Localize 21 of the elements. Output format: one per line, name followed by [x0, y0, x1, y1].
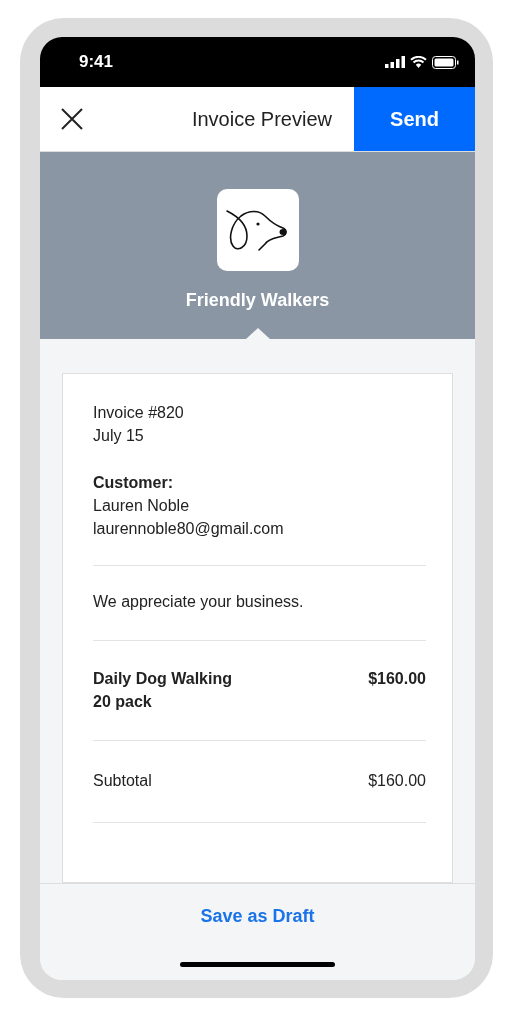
signal-icon — [385, 56, 405, 68]
battery-icon — [432, 55, 459, 69]
customer-label: Customer: — [93, 473, 173, 493]
customer-email: laurennoble80@gmail.com — [93, 519, 284, 539]
subtotal-value: $160.00 — [368, 771, 426, 791]
send-button[interactable]: Send — [354, 87, 475, 151]
invoice-message: We appreciate your business. — [93, 592, 304, 612]
item-name: Daily Dog Walking — [93, 669, 232, 689]
item-detail: 20 pack — [93, 692, 152, 712]
customer-name: Lauren Noble — [93, 496, 190, 516]
subtotal-label: Subtotal — [93, 771, 152, 791]
item-amount: $160.00 — [368, 669, 426, 689]
close-icon — [61, 108, 83, 130]
wifi-icon — [410, 56, 427, 68]
pointer-notch — [246, 328, 270, 339]
save-draft-button[interactable]: Save as Draft — [194, 904, 321, 929]
clock-time: 9:41 — [79, 52, 114, 72]
invoice-date: July 15 — [93, 426, 144, 446]
screen-title: Invoice Preview — [191, 107, 332, 131]
invoice-number: Invoice #820 — [93, 403, 184, 423]
business-name: Friendly Walkers — [185, 290, 330, 311]
